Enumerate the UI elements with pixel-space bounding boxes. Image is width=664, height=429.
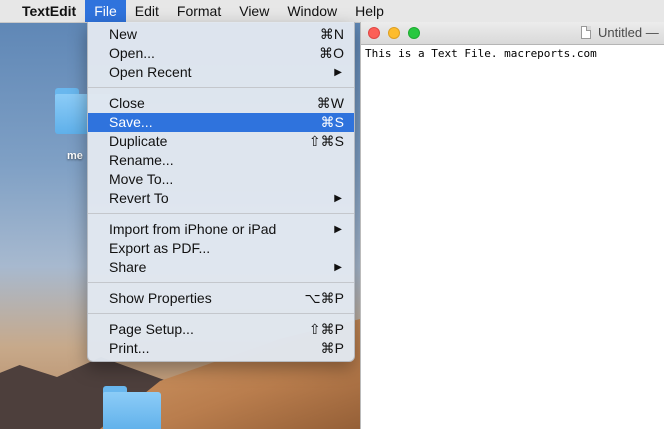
submenu-arrow-icon: ▶ (334, 224, 342, 235)
menu-item-label: Revert To (109, 190, 169, 206)
file-menu-dropdown: New ⌘N Open... ⌘O Open Recent ▶ Close ⌘W… (87, 22, 355, 362)
menu-item-label: Save... (109, 114, 153, 130)
menu-item-label: Page Setup... (109, 321, 194, 337)
menu-item-label: Move To... (109, 171, 174, 187)
menu-item-import-from-iphone[interactable]: Import from iPhone or iPad ▶ (88, 220, 354, 239)
textedit-window: Untitled — This is a Text File. macrepor… (360, 22, 664, 429)
window-titlebar[interactable]: Untitled — (361, 22, 664, 45)
minimize-button[interactable] (388, 27, 400, 39)
menu-item-revert-to[interactable]: Revert To ▶ (88, 189, 354, 208)
menu-file[interactable]: File (85, 0, 126, 22)
menu-separator (88, 87, 354, 88)
menu-item-shortcut: ⌘S (320, 114, 344, 130)
menu-item-label: Open... (109, 45, 155, 61)
menu-view[interactable]: View (230, 0, 278, 22)
menu-item-page-setup[interactable]: Page Setup... ⇧⌘P (88, 320, 354, 339)
document-icon (581, 26, 591, 39)
menu-item-shortcut: ⌥⌘P (304, 290, 344, 306)
menu-item-label: Import from iPhone or iPad (109, 221, 277, 237)
menu-item-label: Close (109, 95, 145, 111)
submenu-arrow-icon: ▶ (334, 67, 342, 78)
menu-item-move-to[interactable]: Move To... (88, 170, 354, 189)
window-title[interactable]: Untitled — (598, 22, 659, 44)
menu-item-shortcut: ⌘N (319, 26, 344, 42)
menu-item-shortcut: ⌘W (316, 95, 344, 111)
menu-window[interactable]: Window (278, 0, 346, 22)
menu-help[interactable]: Help (346, 0, 393, 22)
menu-item-label: Export as PDF... (109, 240, 211, 256)
menu-item-new[interactable]: New ⌘N (88, 25, 354, 44)
submenu-arrow-icon: ▶ (334, 262, 342, 273)
menu-item-label: Rename... (109, 152, 174, 168)
menu-app-textedit[interactable]: TextEdit (0, 0, 85, 22)
submenu-arrow-icon: ▶ (334, 193, 342, 204)
document-text-area[interactable]: This is a Text File. macreports.com (361, 45, 664, 62)
menu-item-label: New (109, 26, 138, 42)
menu-item-label: Show Properties (109, 290, 212, 306)
menu-item-close[interactable]: Close ⌘W (88, 94, 354, 113)
menu-item-save[interactable]: Save... ⌘S (88, 113, 354, 132)
menu-item-shortcut: ⌘O (319, 45, 344, 61)
menu-edit[interactable]: Edit (126, 0, 168, 22)
menu-item-label: Share (109, 259, 147, 275)
close-button[interactable] (368, 27, 380, 39)
menu-separator (88, 313, 354, 314)
menu-item-print[interactable]: Print... ⌘P (88, 339, 354, 358)
menu-item-label: Open Recent (109, 64, 192, 80)
menu-item-show-properties[interactable]: Show Properties ⌥⌘P (88, 289, 354, 308)
menu-separator (88, 213, 354, 214)
menu-item-open-recent[interactable]: Open Recent ▶ (88, 63, 354, 82)
menu-separator (88, 282, 354, 283)
desktop-folder-icon-2[interactable] (103, 386, 161, 429)
menu-item-label: Duplicate (109, 133, 168, 149)
menu-item-shortcut: ⇧⌘P (308, 321, 344, 337)
zoom-button[interactable] (408, 27, 420, 39)
menu-item-rename[interactable]: Rename... (88, 151, 354, 170)
menu-item-share[interactable]: Share ▶ (88, 258, 354, 277)
menu-item-duplicate[interactable]: Duplicate ⇧⌘S (88, 132, 354, 151)
desktop-folder-label[interactable]: me (67, 150, 83, 162)
menu-item-shortcut: ⇧⌘S (308, 133, 344, 149)
menu-item-open[interactable]: Open... ⌘O (88, 44, 354, 63)
menu-item-export-pdf[interactable]: Export as PDF... (88, 239, 354, 258)
menu-bar: TextEdit File Edit Format View Window He… (0, 0, 664, 23)
menu-item-shortcut: ⌘P (320, 340, 344, 356)
menu-item-label: Print... (109, 340, 150, 356)
menu-format[interactable]: Format (168, 0, 230, 22)
